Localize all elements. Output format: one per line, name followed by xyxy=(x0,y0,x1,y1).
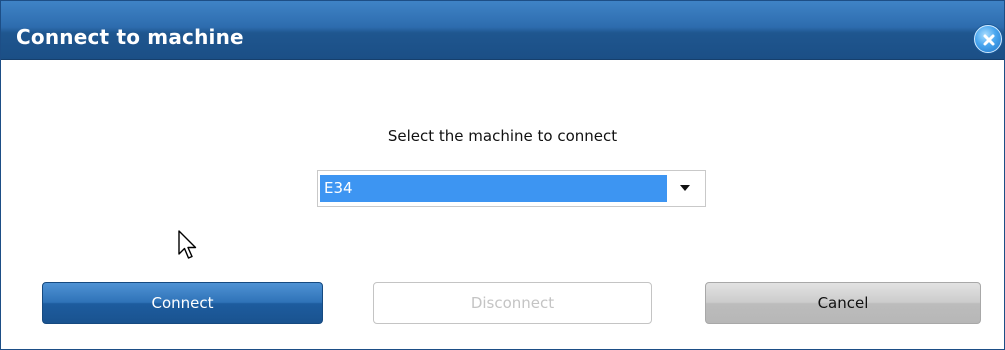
cancel-button[interactable]: Cancel xyxy=(705,282,981,324)
mouse-pointer-icon xyxy=(178,230,197,259)
title-bar: Connect to machine xyxy=(1,1,1004,60)
machine-select[interactable]: E34 xyxy=(317,170,706,207)
select-machine-prompt: Select the machine to connect xyxy=(387,127,618,145)
dialog-title: Connect to machine xyxy=(16,25,244,49)
dropdown-arrow-icon[interactable] xyxy=(680,185,690,191)
close-icon xyxy=(983,34,995,46)
connect-button[interactable]: Connect xyxy=(42,282,323,324)
machine-select-value: E34 xyxy=(320,175,667,202)
close-button[interactable] xyxy=(974,25,1002,53)
disconnect-button[interactable]: Disconnect xyxy=(373,282,652,324)
connect-dialog: Connect to machine Select the machine to… xyxy=(0,0,1005,350)
